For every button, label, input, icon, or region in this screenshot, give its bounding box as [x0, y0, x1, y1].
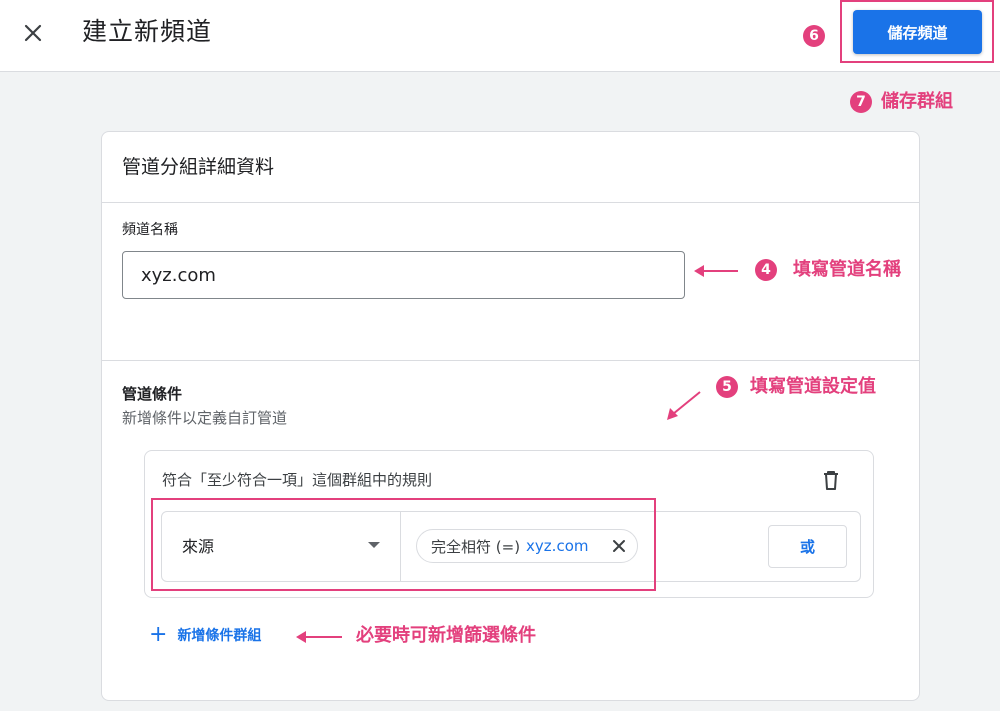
dropdown-arrow-icon — [368, 542, 380, 548]
annotation-text-4: 填寫管道名稱 — [793, 259, 901, 280]
channel-name-label: 頻道名稱 — [122, 222, 178, 238]
annotation-badge-4: 4 — [755, 259, 777, 281]
trash-icon — [824, 471, 838, 490]
divider — [102, 202, 919, 203]
condition-group: 符合「至少符合一項」這個群組中的規則 來源 完全相符 (=) xyz.com 或 — [144, 450, 874, 598]
top-app-bar: 建立新頻道 儲存頻道 — [0, 0, 1000, 72]
annotation-arrow-5 — [667, 391, 701, 420]
dimension-select[interactable]: 來源 — [162, 512, 401, 581]
condition-chip[interactable]: 完全相符 (=) xyz.com — [416, 529, 638, 563]
annotation-text-5: 填寫管道設定值 — [750, 376, 876, 397]
annotation-badge-7: 7 — [850, 91, 872, 113]
annotation-text-add-filter: 必要時可新增篩選條件 — [356, 625, 536, 646]
channel-group-details-card: 管道分組詳細資料 頻道名稱 管道條件 新增條件以定義自訂管道 符合「至少符合一項… — [101, 131, 920, 701]
annotation-arrow-4 — [694, 265, 738, 277]
add-condition-group-button[interactable]: + 新增條件群組 — [149, 624, 261, 646]
save-channel-button[interactable]: 儲存頻道 — [853, 10, 982, 54]
delete-group-button[interactable] — [819, 468, 843, 492]
condition-group-title: 符合「至少符合一項」這個群組中的規則 — [162, 471, 433, 489]
card-title: 管道分組詳細資料 — [122, 156, 275, 178]
chip-value: xyz.com — [526, 537, 589, 555]
close-button[interactable] — [18, 18, 48, 48]
annotation-text-7: 儲存群組 — [881, 91, 953, 112]
chip-operator: 完全相符 (=) — [431, 537, 521, 556]
plus-icon: + — [149, 622, 168, 647]
dimension-select-value: 來源 — [182, 537, 215, 556]
conditions-title: 管道條件 — [122, 385, 183, 403]
divider — [102, 360, 919, 361]
annotation-badge-6: 6 — [803, 25, 825, 47]
chip-remove-button[interactable] — [611, 538, 627, 554]
close-icon — [613, 540, 625, 552]
channel-name-input[interactable] — [122, 251, 685, 299]
conditions-subtitle: 新增條件以定義自訂管道 — [122, 409, 288, 427]
annotation-arrow-add — [296, 631, 342, 643]
or-button[interactable]: 或 — [768, 525, 847, 568]
close-icon — [24, 24, 42, 42]
page-title: 建立新頻道 — [82, 17, 213, 46]
add-condition-group-label: 新增條件群組 — [177, 628, 262, 644]
annotation-badge-5: 5 — [716, 376, 738, 398]
condition-row: 來源 完全相符 (=) xyz.com 或 — [161, 511, 861, 582]
